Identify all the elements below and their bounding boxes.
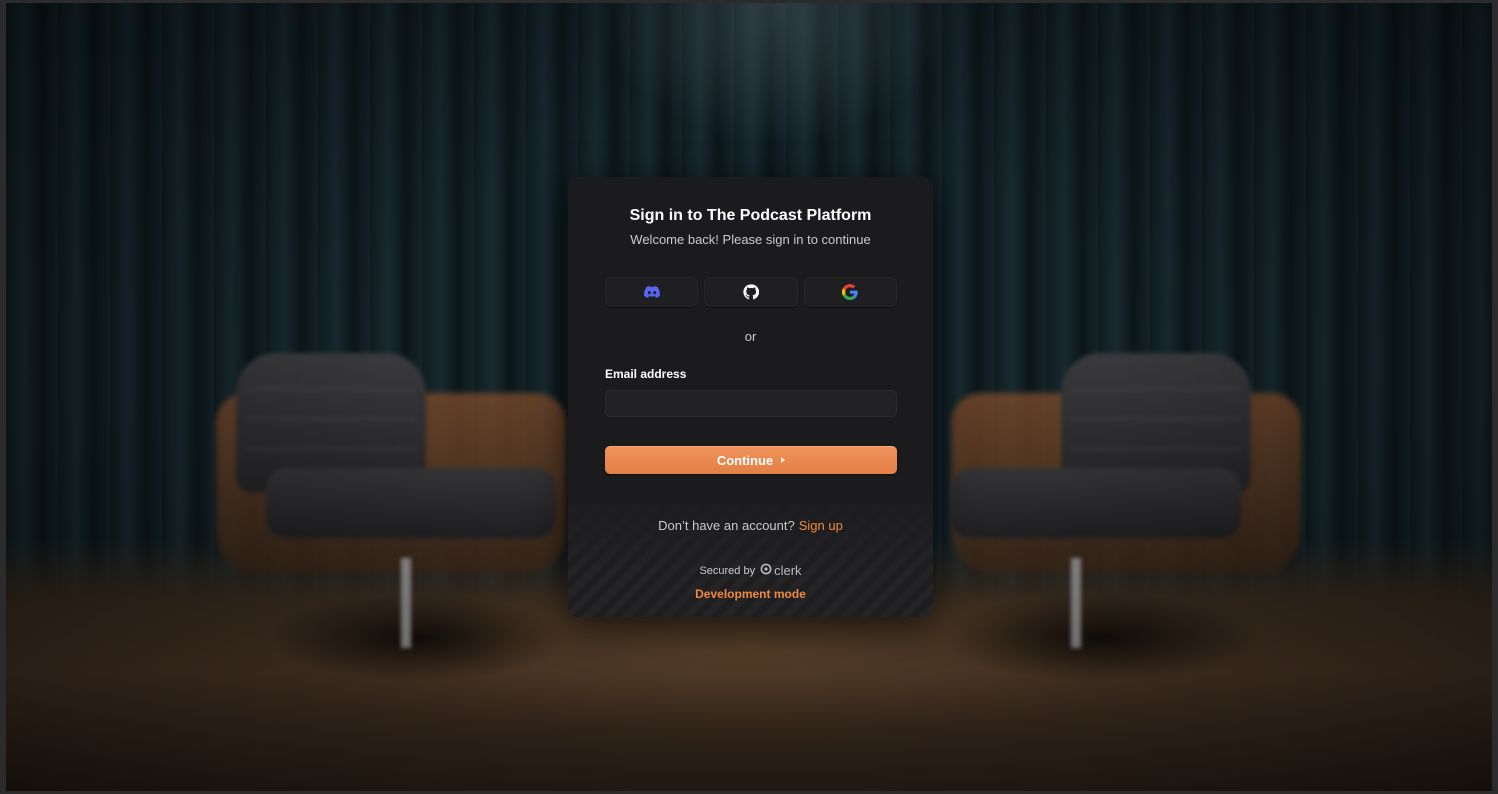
- divider-or: or: [744, 329, 757, 344]
- signup-prompt-row: Don’t have an account? Sign up: [568, 518, 933, 533]
- discord-sign-in-button[interactable]: [605, 277, 699, 307]
- clerk-icon: [760, 563, 772, 578]
- continue-label: Continue: [716, 452, 774, 468]
- email-field[interactable]: [605, 390, 897, 417]
- continue-button[interactable]: Continue: [605, 446, 897, 474]
- github-icon: [743, 284, 759, 300]
- page-subtitle: Welcome back! Please sign in to continue: [630, 232, 871, 247]
- clerk-brand-text: clerk: [774, 563, 802, 578]
- sign-up-link[interactable]: Sign up: [799, 518, 843, 533]
- google-sign-in-button[interactable]: [803, 277, 897, 307]
- page-title: Sign in to The Podcast Platform: [629, 207, 872, 224]
- email-label: Email address: [605, 367, 687, 381]
- secured-by-row: Secured by clerk: [568, 563, 933, 578]
- signup-prompt-text: Don’t have an account?: [658, 518, 795, 533]
- sign-in-card: Sign in to The Podcast Platform Welcome …: [568, 177, 933, 617]
- clerk-logo[interactable]: clerk: [760, 563, 802, 578]
- secured-by-text: Secured by: [699, 564, 756, 577]
- development-mode-badge: Development mode: [695, 587, 806, 601]
- github-sign-in-button[interactable]: [704, 277, 798, 307]
- google-icon: [842, 284, 858, 300]
- social-buttons: [605, 277, 897, 307]
- play-arrow-icon: [781, 457, 786, 463]
- discord-icon: [643, 284, 660, 300]
